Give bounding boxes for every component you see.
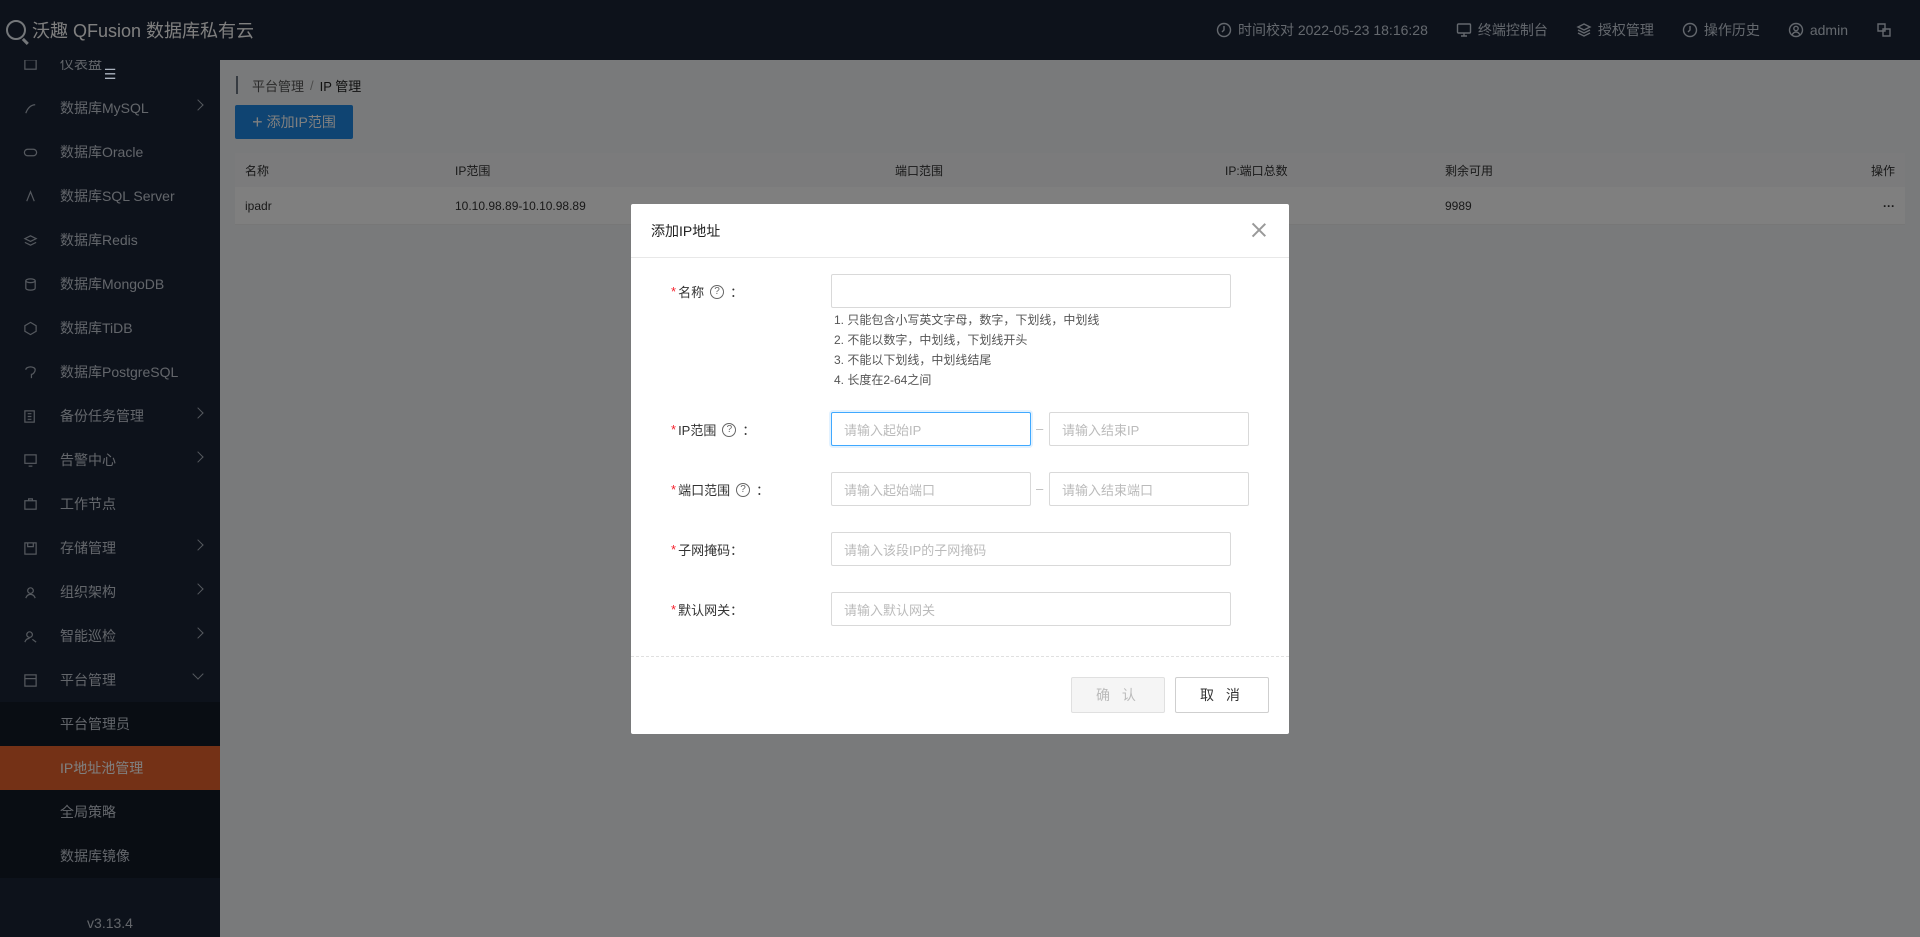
port-end-input[interactable]: 请输入结束端口 (1049, 472, 1249, 506)
name-hint: 4. 长度在2-64之间 (834, 373, 932, 387)
ip-range-label: * IP范围 ? ： (671, 420, 755, 439)
add-ip-modal: 添加IP地址 * 名称 ? ： 1. 只能包含小写英文字母，数字，下划线，中划线… (631, 204, 1289, 734)
modal-header: 添加IP地址 (631, 204, 1289, 258)
name-hints: 1. 只能包含小写英文字母，数字，下划线，中划线 2. 不能以数字，中划线，下划… (834, 310, 1099, 390)
gateway-label-text: 默认网关 (678, 603, 731, 618)
gateway-input[interactable]: 请输入默认网关 (831, 592, 1231, 626)
ip-end-input[interactable]: 请输入结束IP (1049, 412, 1249, 446)
modal-title: 添加IP地址 (651, 222, 721, 239)
subnet-mask-label-text: 子网掩码 (678, 543, 731, 558)
gateway-label: * 默认网关 ： (671, 600, 743, 619)
port-range-label: * 端口范围 ? ： (671, 480, 769, 499)
help-icon[interactable]: ? (736, 482, 751, 497)
name-hint: 2. 不能以数字，中划线，下划线开头 (834, 333, 1028, 347)
required-mark: * (671, 422, 677, 437)
help-icon[interactable]: ? (710, 284, 725, 299)
required-mark: * (671, 482, 677, 497)
name-hint: 1. 只能包含小写英文字母，数字，下划线，中划线 (834, 313, 1100, 327)
range-separator: – (1036, 421, 1044, 436)
port-range-colon: ： (756, 483, 770, 498)
required-mark: * (671, 284, 677, 299)
confirm-button[interactable]: 确 认 (1071, 677, 1165, 713)
close-icon[interactable] (1249, 220, 1269, 240)
ip-start-input[interactable]: 请输入起始IP (831, 412, 1031, 446)
name-input[interactable] (831, 274, 1231, 308)
ip-range-label-text: IP范围 (678, 423, 717, 438)
required-mark: * (671, 602, 677, 617)
port-start-input[interactable]: 请输入起始端口 (831, 472, 1031, 506)
range-separator: – (1036, 481, 1044, 496)
ip-range-colon: ： (742, 423, 756, 438)
name-label-text: 名称 (678, 285, 705, 300)
subnet-mask-colon: ： (730, 543, 744, 558)
gateway-colon: ： (730, 603, 744, 618)
modal-footer: 确 认 取 消 (631, 656, 1289, 734)
subnet-mask-input[interactable]: 请输入该段IP的子网掩码 (831, 532, 1231, 566)
name-hint: 3. 不能以下划线，中划线结尾 (834, 353, 992, 367)
name-label: * 名称 ? ： (671, 282, 743, 301)
collapse-menu-icon[interactable]: ☰ (0, 60, 220, 88)
port-range-label-text: 端口范围 (678, 483, 731, 498)
name-colon: ： (730, 285, 744, 300)
required-mark: * (671, 542, 677, 557)
help-icon[interactable]: ? (722, 422, 737, 437)
subnet-mask-label: * 子网掩码 ： (671, 540, 743, 559)
cancel-button[interactable]: 取 消 (1175, 677, 1269, 713)
